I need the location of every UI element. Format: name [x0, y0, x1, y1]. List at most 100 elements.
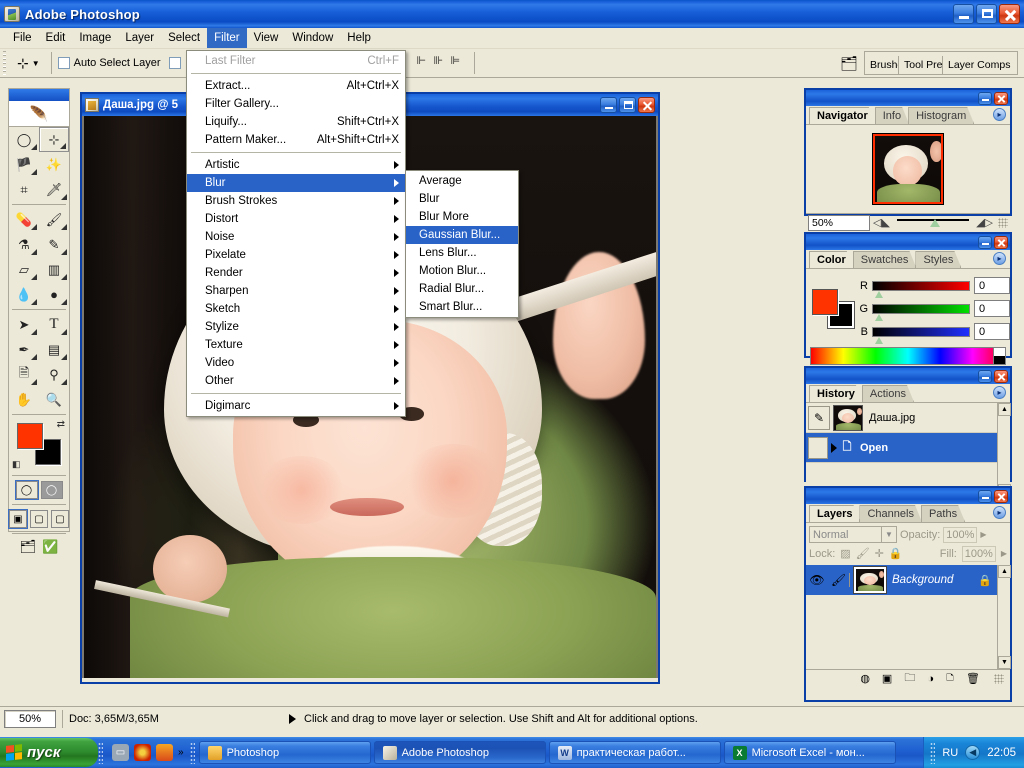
channel-value-b[interactable]: 0 — [974, 323, 1010, 340]
navigator-palette-title-bar[interactable] — [806, 90, 1010, 106]
scroll-up-icon[interactable]: ▲ — [998, 565, 1011, 578]
zoom-level-field[interactable]: 50% — [4, 709, 56, 728]
show-bounding-box-checkbox[interactable] — [168, 57, 181, 69]
auto-select-layer-checkbox[interactable]: Auto Select Layer — [57, 57, 161, 69]
start-button[interactable]: пуск — [0, 738, 98, 767]
path-selection-tool[interactable]: ➤ — [9, 312, 39, 337]
layer-active-brush-icon[interactable]: 🖌 — [828, 573, 850, 587]
new-group-icon[interactable]: 🗀 — [904, 669, 915, 688]
menu-item-layer[interactable]: Layer — [118, 28, 161, 48]
submenu-blur-more[interactable]: Blur More — [406, 208, 518, 226]
toolbox-drag-bar[interactable] — [9, 89, 69, 101]
crop-tool[interactable]: ⌗ — [9, 177, 39, 202]
lock-all-icon[interactable]: 🔒 — [889, 547, 903, 560]
shape-tool[interactable]: ▤ — [39, 337, 69, 362]
menu-render[interactable]: Render — [187, 264, 405, 282]
menu-stylize[interactable]: Stylize — [187, 318, 405, 336]
tab-channels[interactable]: Channels — [859, 505, 921, 522]
layers-resize-grip[interactable] — [994, 673, 1004, 684]
menu-item-filter[interactable]: Filter — [207, 28, 247, 48]
menu-blur[interactable]: Blur — [187, 174, 405, 192]
full-screen-mode-button[interactable]: ▢ — [51, 510, 69, 528]
lasso-tool[interactable]: 🏴 — [9, 152, 39, 177]
menu-video[interactable]: Video — [187, 354, 405, 372]
menu-filter-gallery[interactable]: Filter Gallery... — [187, 95, 405, 113]
layer-row-background[interactable]: 👁 🖌 Background 🔒 — [806, 565, 1010, 595]
pen-tool[interactable]: ✒ — [9, 337, 39, 362]
move-tool[interactable]: ⊹ — [39, 127, 69, 152]
tab-info[interactable]: Info — [875, 107, 909, 124]
menu-sketch[interactable]: Sketch — [187, 300, 405, 318]
palette-menu-icon[interactable]: ▸ — [993, 108, 1006, 121]
navigator-close-button[interactable] — [994, 91, 1008, 105]
zoom-tool[interactable]: 🔍 — [39, 387, 69, 412]
color-palette-title-bar[interactable] — [806, 234, 1010, 250]
tab-actions[interactable]: Actions — [862, 385, 914, 402]
tab-navigator[interactable]: Navigator — [809, 107, 876, 124]
history-close-button[interactable] — [994, 369, 1008, 383]
quick-mask-mode-button[interactable]: ◯ — [40, 481, 63, 499]
tab-layers[interactable]: Layers — [809, 505, 860, 522]
history-brush-source-icon[interactable]: ✎ — [808, 405, 830, 430]
history-source-row[interactable]: ✎ Даша.jpg — [806, 403, 1010, 433]
new-layer-icon[interactable]: 🗅 — [946, 669, 954, 688]
imageready-icon[interactable]: ✅ — [42, 539, 58, 555]
menu-item-select[interactable]: Select — [161, 28, 207, 48]
color-minimize-button[interactable] — [978, 235, 992, 249]
type-tool[interactable]: T — [39, 312, 69, 337]
submenu-lens-blur[interactable]: Lens Blur... — [406, 244, 518, 262]
volume-icon[interactable]: ◀ — [965, 745, 981, 760]
notes-tool[interactable]: 🗎 — [9, 362, 39, 387]
task-area-gripper[interactable] — [189, 741, 195, 764]
eraser-tool[interactable]: ▱ — [9, 257, 39, 282]
default-colors-icon[interactable]: ◧ — [12, 459, 21, 470]
marquee-tool[interactable]: ◯ — [9, 127, 39, 152]
menu-liquify[interactable]: Liquify... Shift+Ctrl+X — [187, 113, 405, 131]
palette-menu-icon[interactable]: ▸ — [993, 386, 1006, 399]
swap-colors-icon[interactable]: ⇄ — [57, 419, 65, 430]
history-brush-tool[interactable]: ✎ — [39, 232, 69, 257]
history-scrollbar[interactable]: ▲ ▼ — [997, 403, 1011, 497]
foreground-color-swatch[interactable] — [17, 423, 43, 449]
channel-slider-r[interactable] — [872, 280, 970, 298]
menu-artistic[interactable]: Artistic — [187, 156, 405, 174]
navigator-resize-grip[interactable] — [998, 217, 1008, 228]
options-bar-gripper[interactable] — [2, 51, 9, 75]
blend-mode-select[interactable]: Normal ▼ — [809, 526, 897, 543]
tab-history[interactable]: History — [809, 385, 863, 402]
menu-item-help[interactable]: Help — [340, 28, 378, 48]
layers-minimize-button[interactable] — [978, 489, 992, 503]
dodge-tool[interactable]: ● — [39, 282, 69, 307]
color-spectrum-ramp[interactable] — [810, 347, 1006, 365]
standard-screen-mode-button[interactable]: ▣ — [8, 509, 28, 529]
scroll-down-icon[interactable]: ▼ — [998, 656, 1011, 669]
channel-slider-b[interactable] — [872, 326, 970, 344]
fill-slider-arrow-icon[interactable]: ▶ — [1001, 549, 1007, 558]
color-foreground-swatch[interactable] — [812, 288, 838, 315]
show-desktop-icon[interactable]: ▭ — [112, 744, 129, 761]
file-browser-icon[interactable]: 🗂 — [840, 55, 858, 72]
layers-close-button[interactable] — [994, 489, 1008, 503]
zoom-out-icon[interactable]: ◁◣ — [873, 216, 890, 229]
menu-item-image[interactable]: Image — [72, 28, 118, 48]
tab-histogram[interactable]: Histogram — [908, 107, 974, 124]
submenu-radial-blur[interactable]: Radial Blur... — [406, 280, 518, 298]
status-menu-arrow-icon[interactable] — [289, 713, 296, 724]
layers-palette-title-bar[interactable] — [806, 488, 1010, 504]
align-right-icon[interactable]: ⊫ — [451, 54, 468, 72]
color-close-button[interactable] — [994, 235, 1008, 249]
align-horizontal-centers-icon[interactable]: ⊪ — [434, 54, 451, 72]
current-tool-preset-picker[interactable]: ⊹ ▼ — [12, 55, 45, 72]
menu-brush-strokes[interactable]: Brush Strokes — [187, 192, 405, 210]
navigator-thumbnail[interactable] — [872, 133, 944, 205]
close-button[interactable] — [999, 4, 1020, 24]
brush-tool[interactable]: 🖌 — [39, 207, 69, 232]
task-button-microsoft-excel[interactable]: X Microsoft Excel - мон... — [723, 741, 896, 764]
navigator-zoom-field[interactable]: 50% — [808, 214, 870, 231]
menu-item-window[interactable]: Window — [285, 28, 340, 48]
lock-transparent-pixels-icon[interactable]: ▨ — [840, 547, 850, 560]
history-state-open[interactable]: 🗋 Open — [806, 433, 1010, 463]
history-minimize-button[interactable] — [978, 369, 992, 383]
restore-button[interactable] — [976, 4, 997, 24]
delete-layer-icon[interactable]: 🗑 — [966, 672, 980, 685]
